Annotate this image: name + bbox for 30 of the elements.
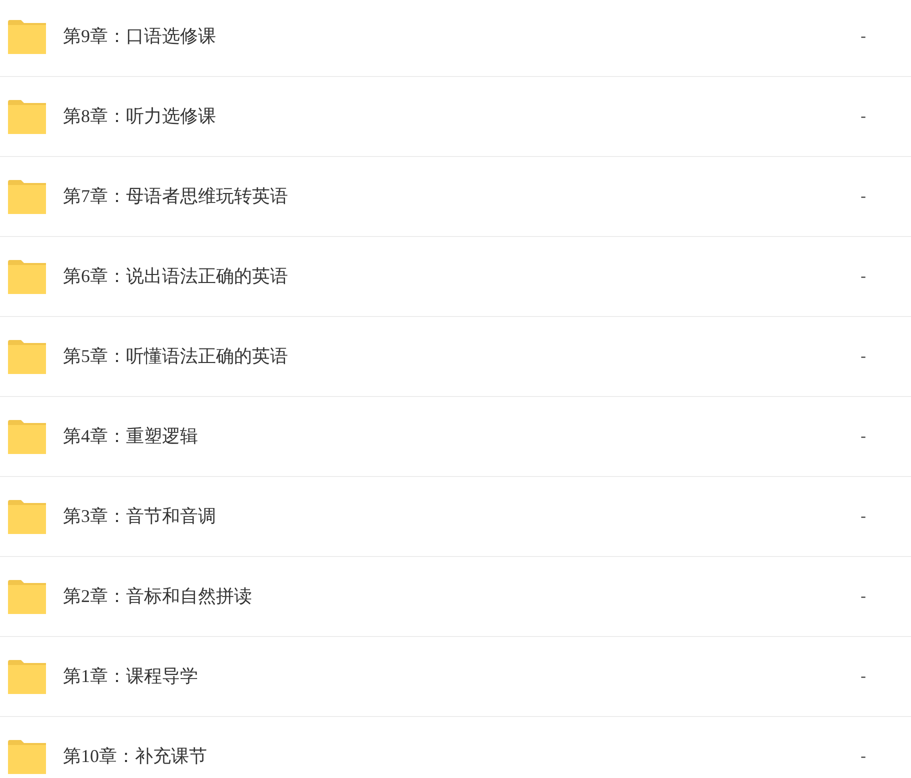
folder-icon bbox=[8, 739, 46, 774]
folder-icon bbox=[8, 19, 46, 54]
folder-name[interactable]: 第9章：口语选修课 bbox=[63, 23, 861, 50]
file-size: - bbox=[860, 426, 866, 446]
file-size: - bbox=[860, 746, 866, 766]
file-size: - bbox=[860, 186, 866, 206]
folder-icon bbox=[8, 339, 46, 374]
folder-name[interactable]: 第1章：课程导学 bbox=[63, 663, 861, 690]
file-size: - bbox=[860, 346, 866, 366]
folder-icon bbox=[8, 499, 46, 534]
folder-icon bbox=[8, 99, 46, 134]
folder-name[interactable]: 第8章：听力选修课 bbox=[63, 103, 861, 130]
folder-name[interactable]: 第2章：音标和自然拼读 bbox=[63, 583, 861, 610]
folder-icon bbox=[8, 419, 46, 454]
folder-name[interactable]: 第3章：音节和音调 bbox=[63, 503, 861, 530]
file-size: - bbox=[860, 26, 866, 46]
folder-icon bbox=[8, 659, 46, 694]
folder-icon bbox=[8, 259, 46, 294]
folder-icon bbox=[8, 179, 46, 214]
folder-name[interactable]: 第10章：补充课节 bbox=[63, 743, 861, 770]
file-size: - bbox=[860, 666, 866, 686]
file-size: - bbox=[860, 506, 866, 526]
file-size: - bbox=[860, 266, 866, 286]
file-size: - bbox=[860, 106, 866, 126]
folder-name[interactable]: 第5章：听懂语法正确的英语 bbox=[63, 343, 861, 370]
folder-icon bbox=[8, 579, 46, 614]
folder-name[interactable]: 第6章：说出语法正确的英语 bbox=[63, 263, 861, 290]
folder-name[interactable]: 第4章：重塑逻辑 bbox=[63, 423, 861, 450]
file-size: - bbox=[860, 586, 866, 606]
folder-name[interactable]: 第7章：母语者思维玩转英语 bbox=[63, 183, 861, 210]
